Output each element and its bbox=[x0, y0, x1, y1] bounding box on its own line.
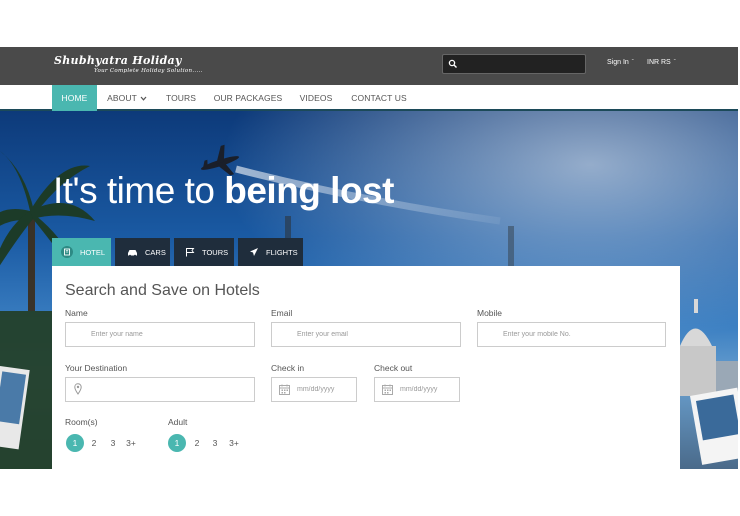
tab-flights[interactable]: FLIGHTS bbox=[238, 238, 303, 266]
calendar-icon bbox=[279, 384, 290, 395]
search-icon bbox=[448, 59, 457, 68]
brand-tagline: Your Complete Holiday Solution..... bbox=[94, 68, 203, 74]
tab-hotel[interactable]: HOTEL bbox=[52, 238, 111, 266]
tab-cars-label: CARS bbox=[145, 247, 166, 257]
nav-about-label: ABOUT bbox=[107, 93, 137, 103]
tab-tours-label: TOURS bbox=[202, 247, 229, 257]
search-box[interactable] bbox=[442, 54, 586, 74]
email-field[interactable] bbox=[271, 322, 461, 347]
chevron-down-icon: ˇ bbox=[631, 59, 634, 66]
map-pin-icon bbox=[74, 383, 82, 395]
destination-label: Your Destination bbox=[65, 363, 128, 373]
adult-option-3[interactable]: 3 bbox=[206, 434, 224, 452]
name-label: Name bbox=[65, 308, 88, 318]
sign-in-label: Sign In bbox=[607, 59, 629, 66]
currency-menu[interactable]: INR RS ˇ bbox=[647, 59, 676, 66]
form-title: Search and Save on Hotels bbox=[65, 282, 260, 299]
hero-title: It's time to being lost bbox=[53, 170, 394, 212]
chevron-down-icon: ˇ bbox=[673, 59, 676, 66]
sign-in-menu[interactable]: Sign In ˇ bbox=[607, 59, 634, 66]
main-nav: HOME ABOUT TOURS OUR PACKAGES VIDEOS CON… bbox=[0, 85, 738, 111]
nav-about[interactable]: ABOUT bbox=[104, 85, 150, 111]
rooms-option-3plus[interactable]: 3+ bbox=[122, 434, 140, 452]
car-icon bbox=[127, 248, 138, 257]
adult-option-3plus[interactable]: 3+ bbox=[225, 434, 243, 452]
brand-name[interactable]: Shubhyatra Holiday bbox=[54, 54, 182, 67]
adult-option-1[interactable]: 1 bbox=[168, 434, 186, 452]
tab-cars[interactable]: CARS bbox=[115, 238, 170, 266]
hero-title-light: It's time to bbox=[53, 170, 225, 211]
destination-field[interactable] bbox=[65, 377, 255, 402]
calendar-icon bbox=[382, 384, 393, 395]
rooms-option-2[interactable]: 2 bbox=[85, 434, 103, 452]
nav-videos-label: VIDEOS bbox=[299, 93, 333, 103]
nav-home-label: HOME bbox=[61, 93, 88, 103]
rooms-option-3[interactable]: 3 bbox=[104, 434, 122, 452]
email-label: Email bbox=[271, 308, 293, 318]
page: Shubhyatra Holiday Your Complete Holiday… bbox=[0, 0, 740, 516]
nav-contact-us[interactable]: CONTACT US bbox=[348, 85, 410, 111]
mobile-field[interactable] bbox=[477, 322, 666, 347]
nav-tours-label: TOURS bbox=[165, 93, 197, 103]
adult-option-2[interactable]: 2 bbox=[188, 434, 206, 452]
flag-icon bbox=[185, 247, 195, 257]
nav-videos[interactable]: VIDEOS bbox=[296, 85, 336, 111]
nav-home[interactable]: HOME bbox=[52, 85, 97, 111]
name-field[interactable] bbox=[65, 322, 255, 347]
nav-contact-label: CONTACT US bbox=[351, 93, 407, 103]
hotel-icon bbox=[61, 246, 73, 258]
check-out-label: Check out bbox=[374, 363, 413, 373]
tab-flights-label: FLIGHTS bbox=[266, 247, 298, 257]
rooms-label: Room(s) bbox=[65, 417, 98, 427]
tab-hotel-label: HOTEL bbox=[80, 247, 106, 257]
plane-icon bbox=[249, 247, 259, 257]
nav-tours[interactable]: TOURS bbox=[162, 85, 200, 111]
chevron-down-icon bbox=[140, 96, 147, 101]
adult-label: Adult bbox=[168, 417, 188, 427]
hero-title-bold: being lost bbox=[224, 170, 394, 211]
search-input[interactable] bbox=[461, 57, 581, 71]
nav-packages-label: OUR PACKAGES bbox=[213, 93, 283, 103]
currency-label: INR RS bbox=[647, 59, 671, 66]
mobile-label: Mobile bbox=[477, 308, 503, 318]
rooms-option-1[interactable]: 1 bbox=[66, 434, 84, 452]
check-in-label: Check in bbox=[271, 363, 305, 373]
nav-our-packages[interactable]: OUR PACKAGES bbox=[212, 85, 284, 111]
tab-tours[interactable]: TOURS bbox=[174, 238, 234, 266]
